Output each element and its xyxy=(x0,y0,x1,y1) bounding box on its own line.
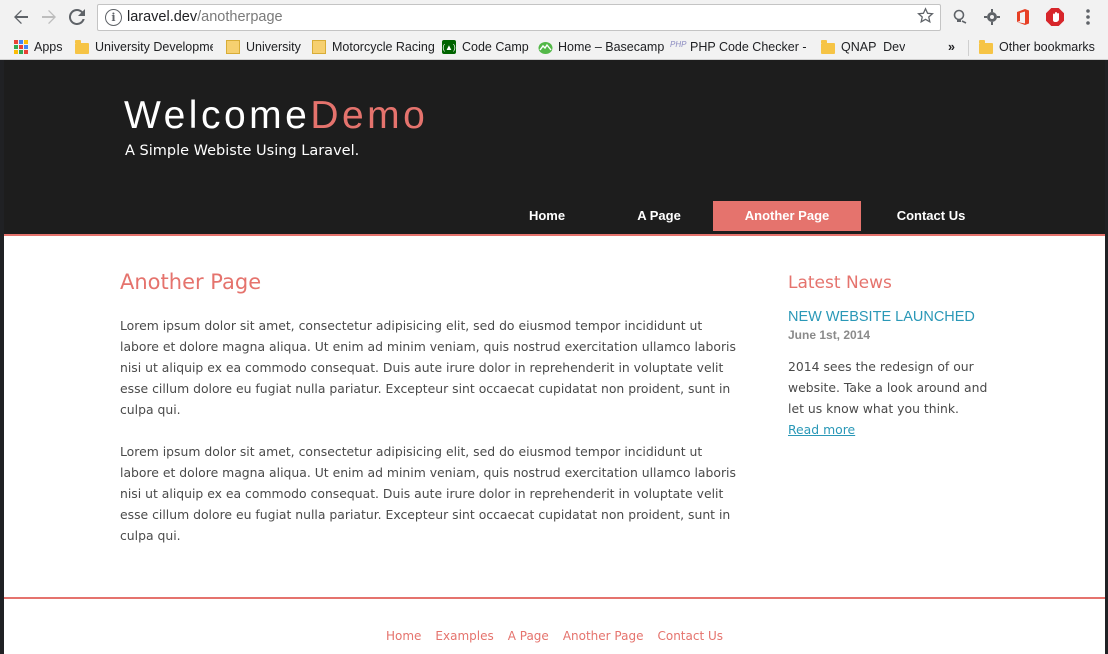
bookmark-label: Apps xyxy=(34,40,63,54)
php-icon: PHP xyxy=(670,40,687,49)
info-icon[interactable]: i xyxy=(105,9,122,26)
nav-a-page[interactable]: A Page xyxy=(605,201,713,231)
bookmark-code-camp[interactable]: (▲) Code Camp xyxy=(442,37,529,57)
main-content: Another Page Lorem ipsum dolor sit amet,… xyxy=(120,270,740,546)
news-date: June 1st, 2014 xyxy=(788,328,871,342)
footer-link-examples[interactable]: Examples xyxy=(435,629,493,643)
forward-arrow-icon[interactable] xyxy=(38,6,60,28)
footer-link-another-page[interactable]: Another Page xyxy=(563,629,644,643)
bookmark-label: Code Camp xyxy=(462,40,529,54)
reload-icon[interactable] xyxy=(66,6,88,28)
browser-chrome: i laravel.dev/anotherpage Apps Universit… xyxy=(0,0,1108,60)
bookmark-label: University xyxy=(246,40,301,54)
read-more-link[interactable]: Read more xyxy=(788,422,855,437)
bookmark-qnap-dev[interactable]: QNAP Dev xyxy=(821,37,905,57)
footer-link-contact-us[interactable]: Contact Us xyxy=(657,629,723,643)
bookmarks-bar: Apps University Developme University Mot… xyxy=(0,35,1108,59)
logo-main: Welcome xyxy=(124,94,311,137)
page-icon xyxy=(226,40,240,54)
address-bar[interactable]: i laravel.dev/anotherpage xyxy=(97,4,941,31)
bookmark-label: Motorcycle Racing xyxy=(332,40,435,54)
page-viewport: WelcomeDemo A Simple Webiste Using Larav… xyxy=(0,60,1108,654)
content-paragraph: Lorem ipsum dolor sit amet, consectetur … xyxy=(120,444,736,543)
url-host: laravel.dev xyxy=(127,9,198,25)
bookmark-motorcycle-racing[interactable]: Motorcycle Racing xyxy=(312,37,435,57)
browser-toolbar: i laravel.dev/anotherpage xyxy=(0,0,1108,35)
basecamp-icon xyxy=(538,40,553,54)
bookmark-label: PHP Code Checker - S xyxy=(690,40,808,54)
sidebar: Latest News NEW WEBSITE LAUNCHED June 1s… xyxy=(788,273,988,440)
logo-accent: Demo xyxy=(310,94,429,137)
nav-contact-us[interactable]: Contact Us xyxy=(861,201,1001,231)
bookmark-university[interactable]: University xyxy=(226,37,301,57)
bookmarks-overflow-button[interactable]: » xyxy=(948,37,955,57)
site-tagline: A Simple Webiste Using Laravel. xyxy=(125,143,360,159)
page-title: Another Page xyxy=(120,270,262,294)
url-text[interactable]: laravel.dev/anotherpage xyxy=(127,9,283,25)
extension-gear-icon[interactable] xyxy=(982,7,1002,27)
main-nav: Home A Page Another Page Contact Us xyxy=(489,201,1001,231)
content-paragraph: Lorem ipsum dolor sit amet, consectetur … xyxy=(120,318,736,417)
bookmark-basecamp[interactable]: Home – Basecamp xyxy=(538,37,664,57)
bookmark-label: QNAP Dev xyxy=(841,40,906,54)
news-body: 2014 sees the redesign of our website. T… xyxy=(788,359,988,416)
bookmark-label: Home – Basecamp xyxy=(558,40,665,54)
footer-divider xyxy=(4,597,1105,599)
bookmark-php-code-checker[interactable]: PHP PHP Code Checker - S xyxy=(670,37,808,57)
news-title[interactable]: NEW WEBSITE LAUNCHED xyxy=(788,309,988,325)
bookmarks-separator xyxy=(968,40,969,56)
folder-icon xyxy=(75,39,89,54)
sidebar-title: Latest News xyxy=(788,273,892,293)
kebab-menu-icon[interactable] xyxy=(1078,7,1098,27)
codecamp-icon: (▲) xyxy=(442,40,456,54)
bookmark-label: University Developme xyxy=(95,40,213,54)
footer-link-a-page[interactable]: A Page xyxy=(508,629,549,643)
folder-icon xyxy=(821,39,835,54)
nav-another-page[interactable]: Another Page xyxy=(713,201,861,231)
folder-icon xyxy=(979,39,993,54)
url-path: /anotherpage xyxy=(197,9,283,25)
page-icon xyxy=(312,40,326,54)
star-icon[interactable] xyxy=(917,7,934,29)
bookmark-label: Other bookmarks xyxy=(999,40,1095,54)
site-logo[interactable]: WelcomeDemo xyxy=(124,94,428,138)
apps-grid-icon xyxy=(14,40,28,54)
office-icon[interactable] xyxy=(1013,7,1033,27)
bookmark-university-development[interactable]: University Developme xyxy=(75,37,213,57)
adblock-icon[interactable] xyxy=(1045,7,1065,27)
footer-link-home[interactable]: Home xyxy=(386,629,421,643)
site-header: WelcomeDemo A Simple Webiste Using Larav… xyxy=(4,60,1105,236)
nav-home[interactable]: Home xyxy=(489,201,605,231)
extension-bulb-icon[interactable] xyxy=(950,7,970,27)
bookmark-other-bookmarks[interactable]: Other bookmarks xyxy=(979,37,1095,57)
back-arrow-icon[interactable] xyxy=(10,6,32,28)
footer-nav: Home Examples A Page Another Page Contac… xyxy=(4,629,1105,643)
bookmark-apps[interactable]: Apps xyxy=(14,37,63,57)
